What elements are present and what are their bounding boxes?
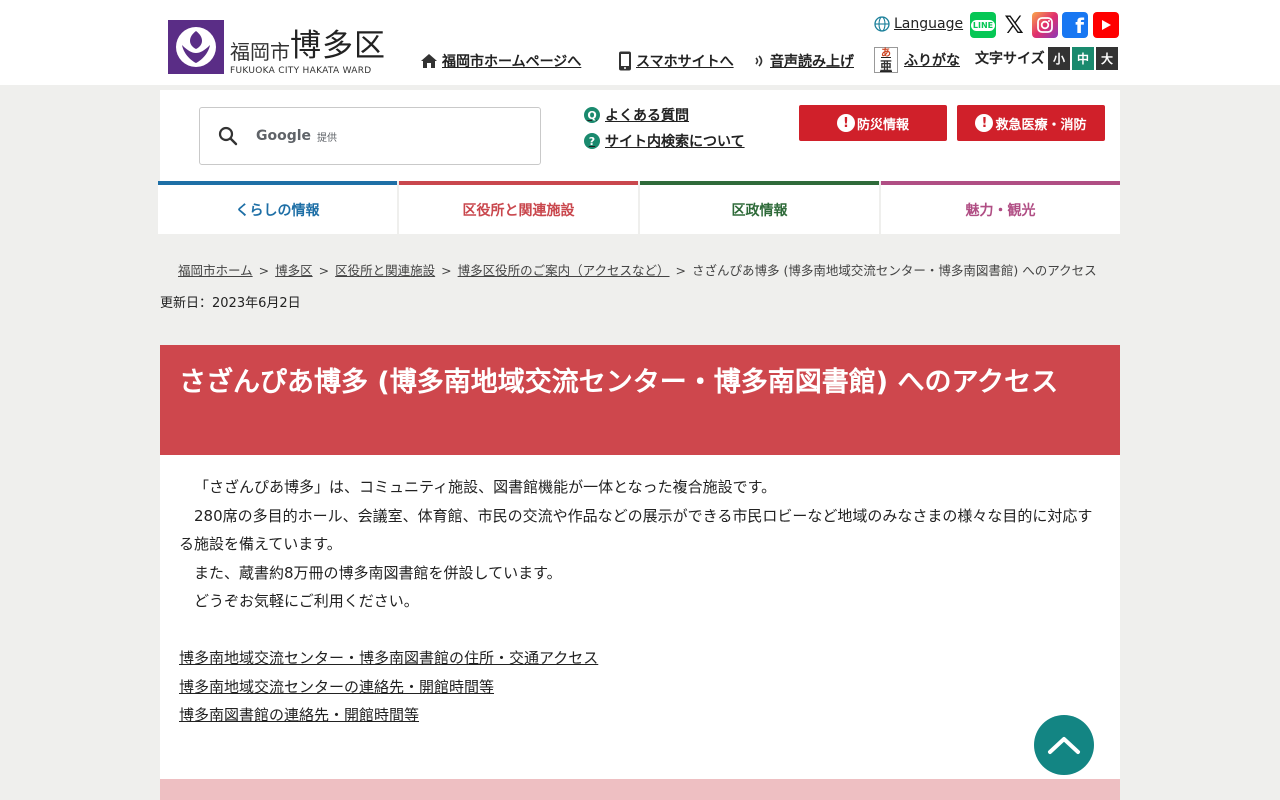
breadcrumb-ward-office[interactable]: 区役所と関連施設 xyxy=(335,263,435,278)
back-to-top-button[interactable] xyxy=(1034,715,1094,775)
furigana-link[interactable]: あ亜 ふりがな xyxy=(874,47,960,73)
facebook-icon[interactable]: f xyxy=(1062,12,1088,38)
instagram-icon[interactable] xyxy=(1032,12,1058,38)
font-size-medium-button[interactable]: 中 xyxy=(1072,47,1094,70)
instagram-glyph-icon xyxy=(1037,17,1053,33)
google-label: Google xyxy=(256,128,312,144)
welcome-paragraph: どうぞお気軽にご利用ください。 xyxy=(194,592,419,610)
language-link[interactable]: Language xyxy=(874,16,963,32)
smartphone-icon xyxy=(619,51,631,71)
page-title-band: さざんぴあ博多 (博多南地域交流センター・博多南図書館) へのアクセス xyxy=(160,345,1120,455)
faq-link[interactable]: Q よくある質問 xyxy=(584,105,689,125)
search-icon xyxy=(218,126,238,146)
chevron-up-icon xyxy=(1048,737,1080,754)
nav-ward-politics[interactable]: 区政情報 xyxy=(640,181,879,234)
nav-living-info[interactable]: くらしの情報 xyxy=(158,181,397,234)
site-logo[interactable]: 福岡市博多区 FUKUOKA CITY HAKATA WARD xyxy=(168,20,386,76)
furigana-icon-bottom: 亜 xyxy=(879,59,892,73)
library-paragraph: また、蔵書約8万冊の博多南図書館を併設しています。 xyxy=(194,563,562,582)
global-nav: くらしの情報 区役所と関連施設 区政情報 魅力・観光 xyxy=(158,181,1120,234)
line-icon-label: LINE xyxy=(970,19,996,31)
furigana-icon: あ亜 xyxy=(874,47,898,73)
alert-icon: ! xyxy=(975,114,994,132)
smartphone-site-link[interactable]: スマホサイトへ xyxy=(618,51,734,71)
breadcrumb-separator: > xyxy=(675,263,686,278)
alert-icon: ! xyxy=(836,114,855,132)
breadcrumb: 福岡市ホーム > 博多区 > 区役所と関連施設 > 博多区役所のご案内（アクセスなど） > さざ… xyxy=(178,260,1120,279)
center-contact-link[interactable]: 博多南地域交流センターの連絡先・開館時間等 xyxy=(179,673,494,702)
x-icon[interactable]: 𝕏 xyxy=(1001,11,1027,39)
voice-read-link[interactable]: 音声読み上げ xyxy=(754,51,854,71)
breadcrumb-hakata[interactable]: 博多区 xyxy=(275,263,313,278)
nav-attractions[interactable]: 魅力・観光 xyxy=(881,181,1120,234)
facilities-paragraph: 280席の多目的ホール、会議室、体育館、市民の交流や作品などの展示ができる市民ロ… xyxy=(179,506,1093,554)
page-title: さざんぴあ博多 (博多南地域交流センター・博多南図書館) へのアクセス xyxy=(179,367,1059,398)
site-search-input[interactable]: Google 提供 xyxy=(199,107,541,165)
updated-date: 更新日：2023年6月2日 xyxy=(160,296,301,311)
logo-ward-text: 博多区 xyxy=(290,28,386,64)
sound-wave-icon xyxy=(755,55,763,67)
main-content: 「さざんぴあ博多」は、コミュニティ施設、図書館機能が一体となった複合施設です。 … xyxy=(160,455,1120,779)
next-section-heading xyxy=(160,779,1120,800)
home-icon xyxy=(421,54,437,68)
question-mark-icon: ? xyxy=(584,133,600,149)
emergency-medical-button[interactable]: ! 救急医療・消防 xyxy=(957,105,1105,141)
breadcrumb-separator: > xyxy=(258,263,270,278)
breadcrumb-separator: > xyxy=(318,263,330,278)
site-header: 福岡市博多区 FUKUOKA CITY HAKATA WARD 福岡市ホームペー… xyxy=(0,0,1280,85)
city-emblem-icon xyxy=(168,20,224,74)
access-link[interactable]: 博多南地域交流センター・博多南図書館の住所・交通アクセス xyxy=(179,644,598,673)
globe-icon xyxy=(874,16,890,32)
breadcrumb-office-guide[interactable]: 博多区役所のご案内（アクセスなど） xyxy=(458,263,670,278)
intro-paragraph: 「さざんぴあ博多」は、コミュニティ施設、図書館機能が一体となった複合施設です。 xyxy=(194,478,777,496)
breadcrumb-separator: > xyxy=(441,263,452,278)
city-home-link[interactable]: 福岡市ホームページへ xyxy=(420,51,581,71)
search-area: Google 提供 Q よくある質問 ? サイト内検索について ! 防災情報 !… xyxy=(160,90,1120,181)
facebook-icon-glyph: f xyxy=(1075,14,1084,38)
breadcrumb-current: さざんぴあ博多 (博多南地域交流センター・博多南図書館) へのアクセス xyxy=(692,263,1097,278)
library-contact-link[interactable]: 博多南図書館の連絡先・開館時間等 xyxy=(179,701,419,730)
nav-ward-office[interactable]: 区役所と関連施設 xyxy=(399,181,638,234)
google-provided-label: 提供 xyxy=(317,132,338,144)
question-q-icon: Q xyxy=(584,107,600,123)
font-size-large-button[interactable]: 大 xyxy=(1096,47,1118,70)
logo-english-text: FUKUOKA CITY HAKATA WARD xyxy=(230,66,372,76)
play-icon xyxy=(1102,20,1111,30)
logo-city-text: 福岡市 xyxy=(230,40,290,64)
youtube-icon[interactable] xyxy=(1093,12,1119,38)
font-size-small-button[interactable]: 小 xyxy=(1048,47,1070,70)
disaster-info-button[interactable]: ! 防災情報 xyxy=(799,105,947,141)
x-icon-glyph: 𝕏 xyxy=(1004,11,1024,39)
font-size-label: 文字サイズ xyxy=(975,51,1045,67)
breadcrumb-city-home[interactable]: 福岡市ホーム xyxy=(178,263,253,278)
line-icon[interactable]: LINE xyxy=(970,12,996,38)
search-help-link[interactable]: ? サイト内検索について xyxy=(584,131,745,151)
